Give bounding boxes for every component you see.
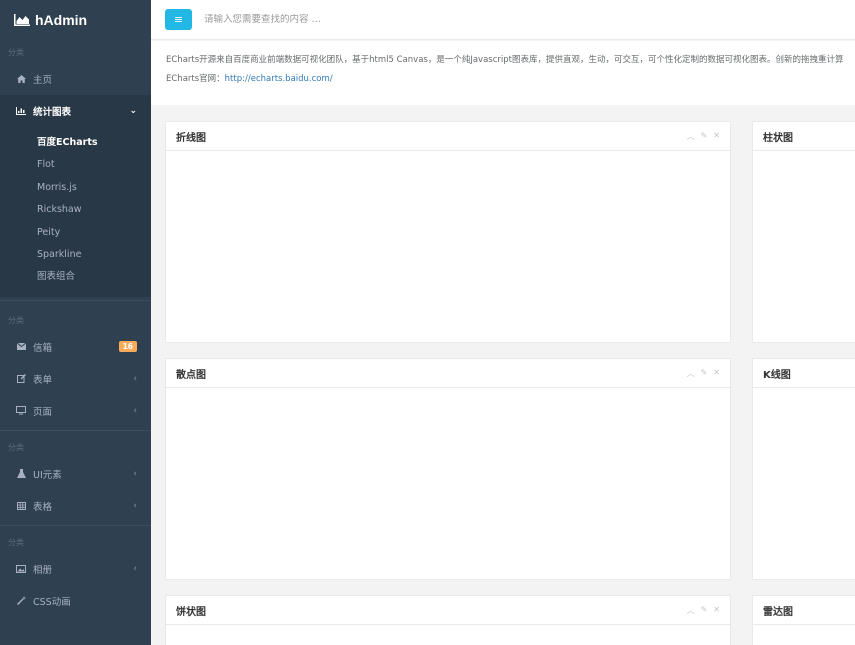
panel-title: 雷达图 [763,606,793,618]
sidebar-item-mailbox[interactable]: 信箱 16 [0,331,151,363]
close-icon[interactable]: ✕ [713,605,720,616]
picture-icon [15,564,27,573]
hamburger-icon: ≡ [173,13,184,26]
section-label: 分类 [8,315,24,325]
sidebar: hAdmin 分类 主页 统计图表 ⌄ 百度ECharts Flot Morri… [0,0,151,645]
edit-icon [15,374,27,384]
chevron-left-icon: ‹ [133,405,137,416]
magic-wand-icon [15,596,27,606]
search-input[interactable] [204,14,604,25]
sidebar-item-pages[interactable]: 页面 ‹ [0,395,151,427]
intro-description: ECharts开源来自百度商业前端数据可视化团队，基于html5 Canvas，… [151,41,855,105]
chevron-down-icon: ⌄ [129,106,137,116]
brand[interactable]: hAdmin [0,0,151,40]
panel-header: 柱状图 [753,122,855,151]
envelope-icon [15,343,27,351]
sidebar-item-charts[interactable]: 统计图表 ⌄ [0,95,151,127]
chevron-left-icon: ‹ [133,563,137,574]
submenu-item-chart-combo[interactable]: 图表组合 [0,266,151,288]
chevron-left-icon: ‹ [133,373,137,384]
section-label: 分类 [8,537,24,547]
submenu-item-sparkline[interactable]: Sparkline [0,244,151,266]
sidebar-item-label: CSS动画 [33,596,71,608]
section-label: 分类 [8,48,24,57]
table-icon [15,501,27,510]
panel-title: 折线图 [176,132,206,144]
chart-area [166,625,730,645]
sidebar-item-css-animation[interactable]: CSS动画 [0,585,151,617]
sidebar-item-tables[interactable]: 表格 ‹ [0,490,151,522]
panel-header: 折线图 ︿ ✎ ✕ [166,122,730,151]
panel-line-chart: 折线图 ︿ ✎ ✕ [165,121,731,343]
panel-header: 雷达图 [753,596,855,625]
panel-pie-chart: 饼状图 ︿ ✎ ✕ [165,595,731,645]
submenu-item-peity[interactable]: Peity [0,222,151,244]
chart-area [166,388,730,579]
chart-area [753,388,855,579]
unread-count-badge: 16 [118,341,137,353]
collapse-icon[interactable]: ︿ [687,131,695,142]
wrench-icon[interactable]: ✎ [701,368,708,379]
divider [0,429,151,431]
top-bar: ≡ [151,0,855,40]
panel-header: 饼状图 ︿ ✎ ✕ [166,596,730,625]
panel-scatter-chart: 散点图 ︿ ✎ ✕ [165,358,731,580]
panel-title: K线图 [763,369,791,381]
chart-area [753,625,855,645]
panel-title: 散点图 [176,369,206,381]
chevron-left-icon: ‹ [133,468,137,479]
panel-radar-chart: 雷达图 [752,595,855,645]
section-label: 分类 [8,442,24,452]
echarts-official-link[interactable]: http://echarts.baidu.com/ [225,74,333,84]
flask-icon [15,469,27,479]
sidebar-item-label: 主页 [33,75,53,86]
sidebar-item-home[interactable]: 主页 [0,63,151,95]
close-icon[interactable]: ✕ [713,368,720,379]
panel-kline-chart: K线图 [752,358,855,580]
charts-submenu: 百度ECharts Flot Morris.js Rickshaw Peity … [0,127,151,297]
panel-bar-chart: 柱状图 [752,121,855,343]
intro-text: ECharts开源来自百度商业前端数据可视化团队，基于html5 Canvas，… [166,55,844,65]
submenu-item-flot[interactable]: Flot [0,154,151,176]
sidebar-item-ui-elements[interactable]: UI元素 ‹ [0,458,151,490]
panel-header: 散点图 ︿ ✎ ✕ [166,359,730,388]
desktop-icon [15,406,27,415]
submenu-item-echarts[interactable]: 百度ECharts [0,132,151,154]
panel-title: 柱状图 [763,132,793,144]
panel-title: 饼状图 [176,606,206,618]
submenu-item-rickshaw[interactable]: Rickshaw [0,199,151,221]
panel-tools: ︿ ✎ ✕ [687,605,720,616]
bar-chart-icon [15,107,27,115]
divider [0,299,151,301]
close-icon[interactable]: ✕ [713,131,720,142]
divider [0,524,151,526]
panel-tools: ︿ ✎ ✕ [687,368,720,379]
wrench-icon[interactable]: ✎ [701,131,708,142]
chevron-left-icon: ‹ [133,500,137,511]
collapse-icon[interactable]: ︿ [687,368,695,379]
home-icon [15,75,27,83]
toggle-sidebar-button[interactable]: ≡ [165,9,192,30]
submenu-item-morris[interactable]: Morris.js [0,177,151,199]
chart-area [166,151,730,342]
panel-header: K线图 [753,359,855,388]
official-site-label: ECharts官网： [166,74,225,84]
chart-area [753,151,855,342]
brand-title: hAdmin [35,12,88,28]
wrench-icon[interactable]: ✎ [701,605,708,616]
panel-tools: ︿ ✎ ✕ [687,131,720,142]
collapse-icon[interactable]: ︿ [687,605,695,616]
area-chart-icon [14,14,30,26]
intro-link-line: ECharts官网：http://echarts.baidu.com/ [166,70,840,89]
sidebar-item-forms[interactable]: 表单 ‹ [0,363,151,395]
sidebar-item-gallery[interactable]: 相册 ‹ [0,553,151,585]
